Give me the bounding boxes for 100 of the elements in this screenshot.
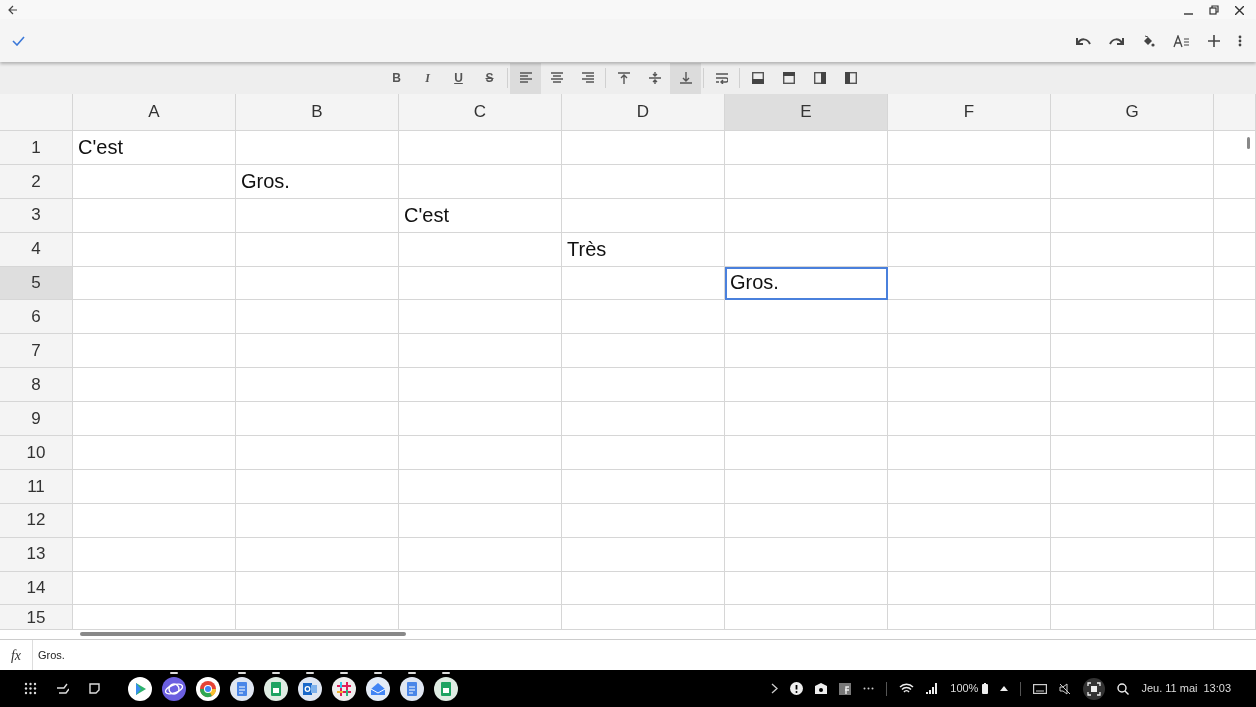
grid-cell[interactable] [236,300,399,335]
grid-cell[interactable] [1214,503,1256,538]
formula-value[interactable]: Gros. [33,646,65,664]
grid-cell[interactable] [888,571,1051,606]
row-header[interactable]: 5 [0,266,73,301]
grid-cell[interactable] [399,402,562,436]
grid-cell[interactable] [1214,368,1256,403]
grid-cell[interactable] [562,164,725,199]
grid-cell[interactable] [888,503,1051,538]
grid-cell[interactable] [888,402,1051,436]
row-header[interactable]: 15 [0,605,73,631]
checkmark-icon[interactable] [12,36,25,46]
grid-cell[interactable] [1051,334,1214,369]
grid-cell[interactable]: Gros. [236,164,399,199]
italic-button[interactable]: I [412,62,443,94]
wifi-icon[interactable] [899,682,915,695]
chevron-right-icon[interactable] [771,683,779,694]
grid-cell[interactable] [73,469,236,504]
grid-cell[interactable] [236,266,399,301]
grid-cell[interactable] [399,503,562,538]
grid-cell[interactable] [236,368,399,403]
grid-cell[interactable] [888,232,1051,267]
grid-cell[interactable] [725,198,888,233]
column-header[interactable]: C [399,94,562,131]
grid-cell[interactable] [73,571,236,606]
grid-cell[interactable] [73,537,236,572]
grid-cell[interactable] [399,571,562,606]
grid-cell[interactable] [1214,571,1256,606]
grid-cell[interactable] [1214,300,1256,335]
align-left-button[interactable] [510,62,541,94]
row-header[interactable]: 14 [0,571,73,606]
undo-icon[interactable] [1076,36,1091,46]
plus-icon[interactable] [1208,35,1220,47]
text-format-icon[interactable] [1173,34,1190,48]
grid-cell[interactable] [236,131,399,165]
grid-cell[interactable] [888,266,1051,301]
more-icon[interactable] [1238,35,1242,47]
grid-cell[interactable] [73,266,236,301]
clock-time[interactable]: 13:03 [1203,680,1231,697]
column-header[interactable]: B [236,94,399,131]
search-icon[interactable] [1117,682,1130,695]
grid-cell[interactable] [236,503,399,538]
camera-icon[interactable] [815,683,828,694]
row-header[interactable]: 1 [0,131,73,165]
grid-cell[interactable] [73,198,236,233]
launcher-grid-icon[interactable] [24,682,37,695]
row-header[interactable]: 8 [0,368,73,403]
grid-cell[interactable] [73,503,236,538]
grid-cell[interactable] [1214,232,1256,267]
grid-cell[interactable] [399,469,562,504]
grid-cell[interactable] [1051,368,1214,403]
grid-cell[interactable] [399,605,562,631]
column-header[interactable]: A [73,94,236,131]
row-header[interactable]: 12 [0,503,73,538]
grid-cell[interactable]: Très [562,232,725,267]
date-text[interactable]: Jeu. 11 mai [1141,680,1198,697]
grid-cell[interactable] [73,164,236,199]
grid-cell[interactable] [236,537,399,572]
grid-cell[interactable] [1051,131,1214,165]
grid-cell[interactable] [1051,164,1214,199]
grid-cell[interactable] [562,131,725,165]
grid-cell[interactable]: C'est [73,131,236,165]
row-header[interactable]: 13 [0,537,73,572]
paint-bucket-icon[interactable] [1142,34,1155,48]
keyboard-icon[interactable] [1033,683,1048,694]
grid-cell[interactable] [562,368,725,403]
grid-cell[interactable] [73,334,236,369]
grid-cell[interactable] [562,537,725,572]
alert-icon[interactable] [790,682,804,695]
grid-cell[interactable] [399,334,562,369]
grid-cell[interactable] [236,232,399,267]
grid-cell[interactable] [1051,402,1214,436]
grid-cell[interactable] [236,334,399,369]
battery-icon[interactable] [982,683,989,694]
grid-cell[interactable] [725,232,888,267]
signal-icon[interactable] [926,683,939,694]
row-header[interactable]: 7 [0,334,73,369]
grid-cell[interactable] [73,436,236,470]
grid-cell[interactable] [1214,198,1256,233]
grid-cell[interactable] [562,605,725,631]
grid-cell[interactable] [725,300,888,335]
strike-button[interactable]: S [474,62,505,94]
grid-cell[interactable] [562,469,725,504]
f-square-icon[interactable] [839,682,852,695]
close-icon[interactable] [1235,5,1244,15]
grid-cell[interactable] [1214,266,1256,301]
grid-cell[interactable] [73,605,236,631]
ellipsis-icon[interactable] [863,687,875,690]
grid-cell[interactable] [888,605,1051,631]
grid-cell[interactable] [725,368,888,403]
grid-cell[interactable] [1051,436,1214,470]
grid-cell[interactable] [1051,266,1214,301]
grid-cell[interactable] [399,537,562,572]
grid-cell[interactable] [1051,198,1214,233]
column-header[interactable]: E [725,94,888,131]
grid-cell[interactable] [562,300,725,335]
grid-cell[interactable] [562,436,725,470]
row-header[interactable]: 11 [0,469,73,504]
grid-cell[interactable] [725,537,888,572]
grid-cell[interactable] [725,436,888,470]
